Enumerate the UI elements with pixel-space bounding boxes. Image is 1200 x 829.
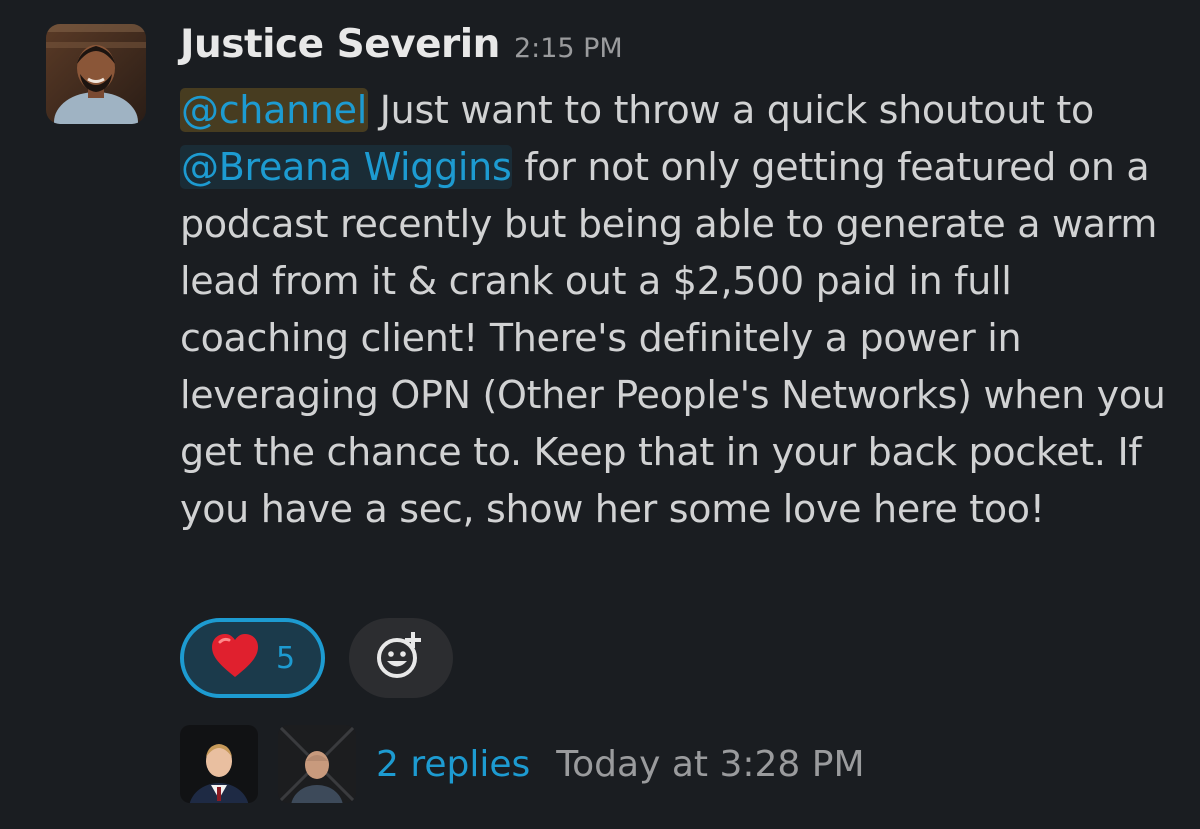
reply-avatar-2 xyxy=(278,725,356,803)
author-name[interactable]: Justice Severin xyxy=(180,22,500,67)
reactions-bar: 5 xyxy=(180,618,453,698)
add-reaction-button[interactable] xyxy=(349,618,453,698)
reply-avatar-1 xyxy=(180,725,258,803)
add-emoji-icon xyxy=(373,628,429,688)
reaction-count: 5 xyxy=(275,640,296,676)
thread-replies-link[interactable]: 2 replies xyxy=(376,744,530,785)
reaction-heart[interactable]: 5 xyxy=(180,618,325,698)
message-body: @channel Just want to throw a quick shou… xyxy=(180,82,1170,538)
user-mention[interactable]: @Breana Wiggins xyxy=(180,145,513,189)
message-timestamp[interactable]: 2:15 PM xyxy=(514,33,623,64)
message-text-part-2: for not only getting featured on a podca… xyxy=(180,145,1166,531)
thread-last-reply-time: Today at 3:28 PM xyxy=(556,743,865,785)
message-header: Justice Severin 2:15 PM xyxy=(180,22,1170,82)
heart-icon xyxy=(210,633,260,683)
channel-mention[interactable]: @channel xyxy=(180,88,368,132)
message: Justice Severin 2:15 PM @channel Just wa… xyxy=(180,22,1170,538)
thread-summary[interactable]: 2 replies Today at 3:28 PM xyxy=(180,724,865,804)
author-avatar[interactable] xyxy=(46,24,146,124)
message-text-part-1: Just want to throw a quick shoutout to xyxy=(367,88,1095,132)
